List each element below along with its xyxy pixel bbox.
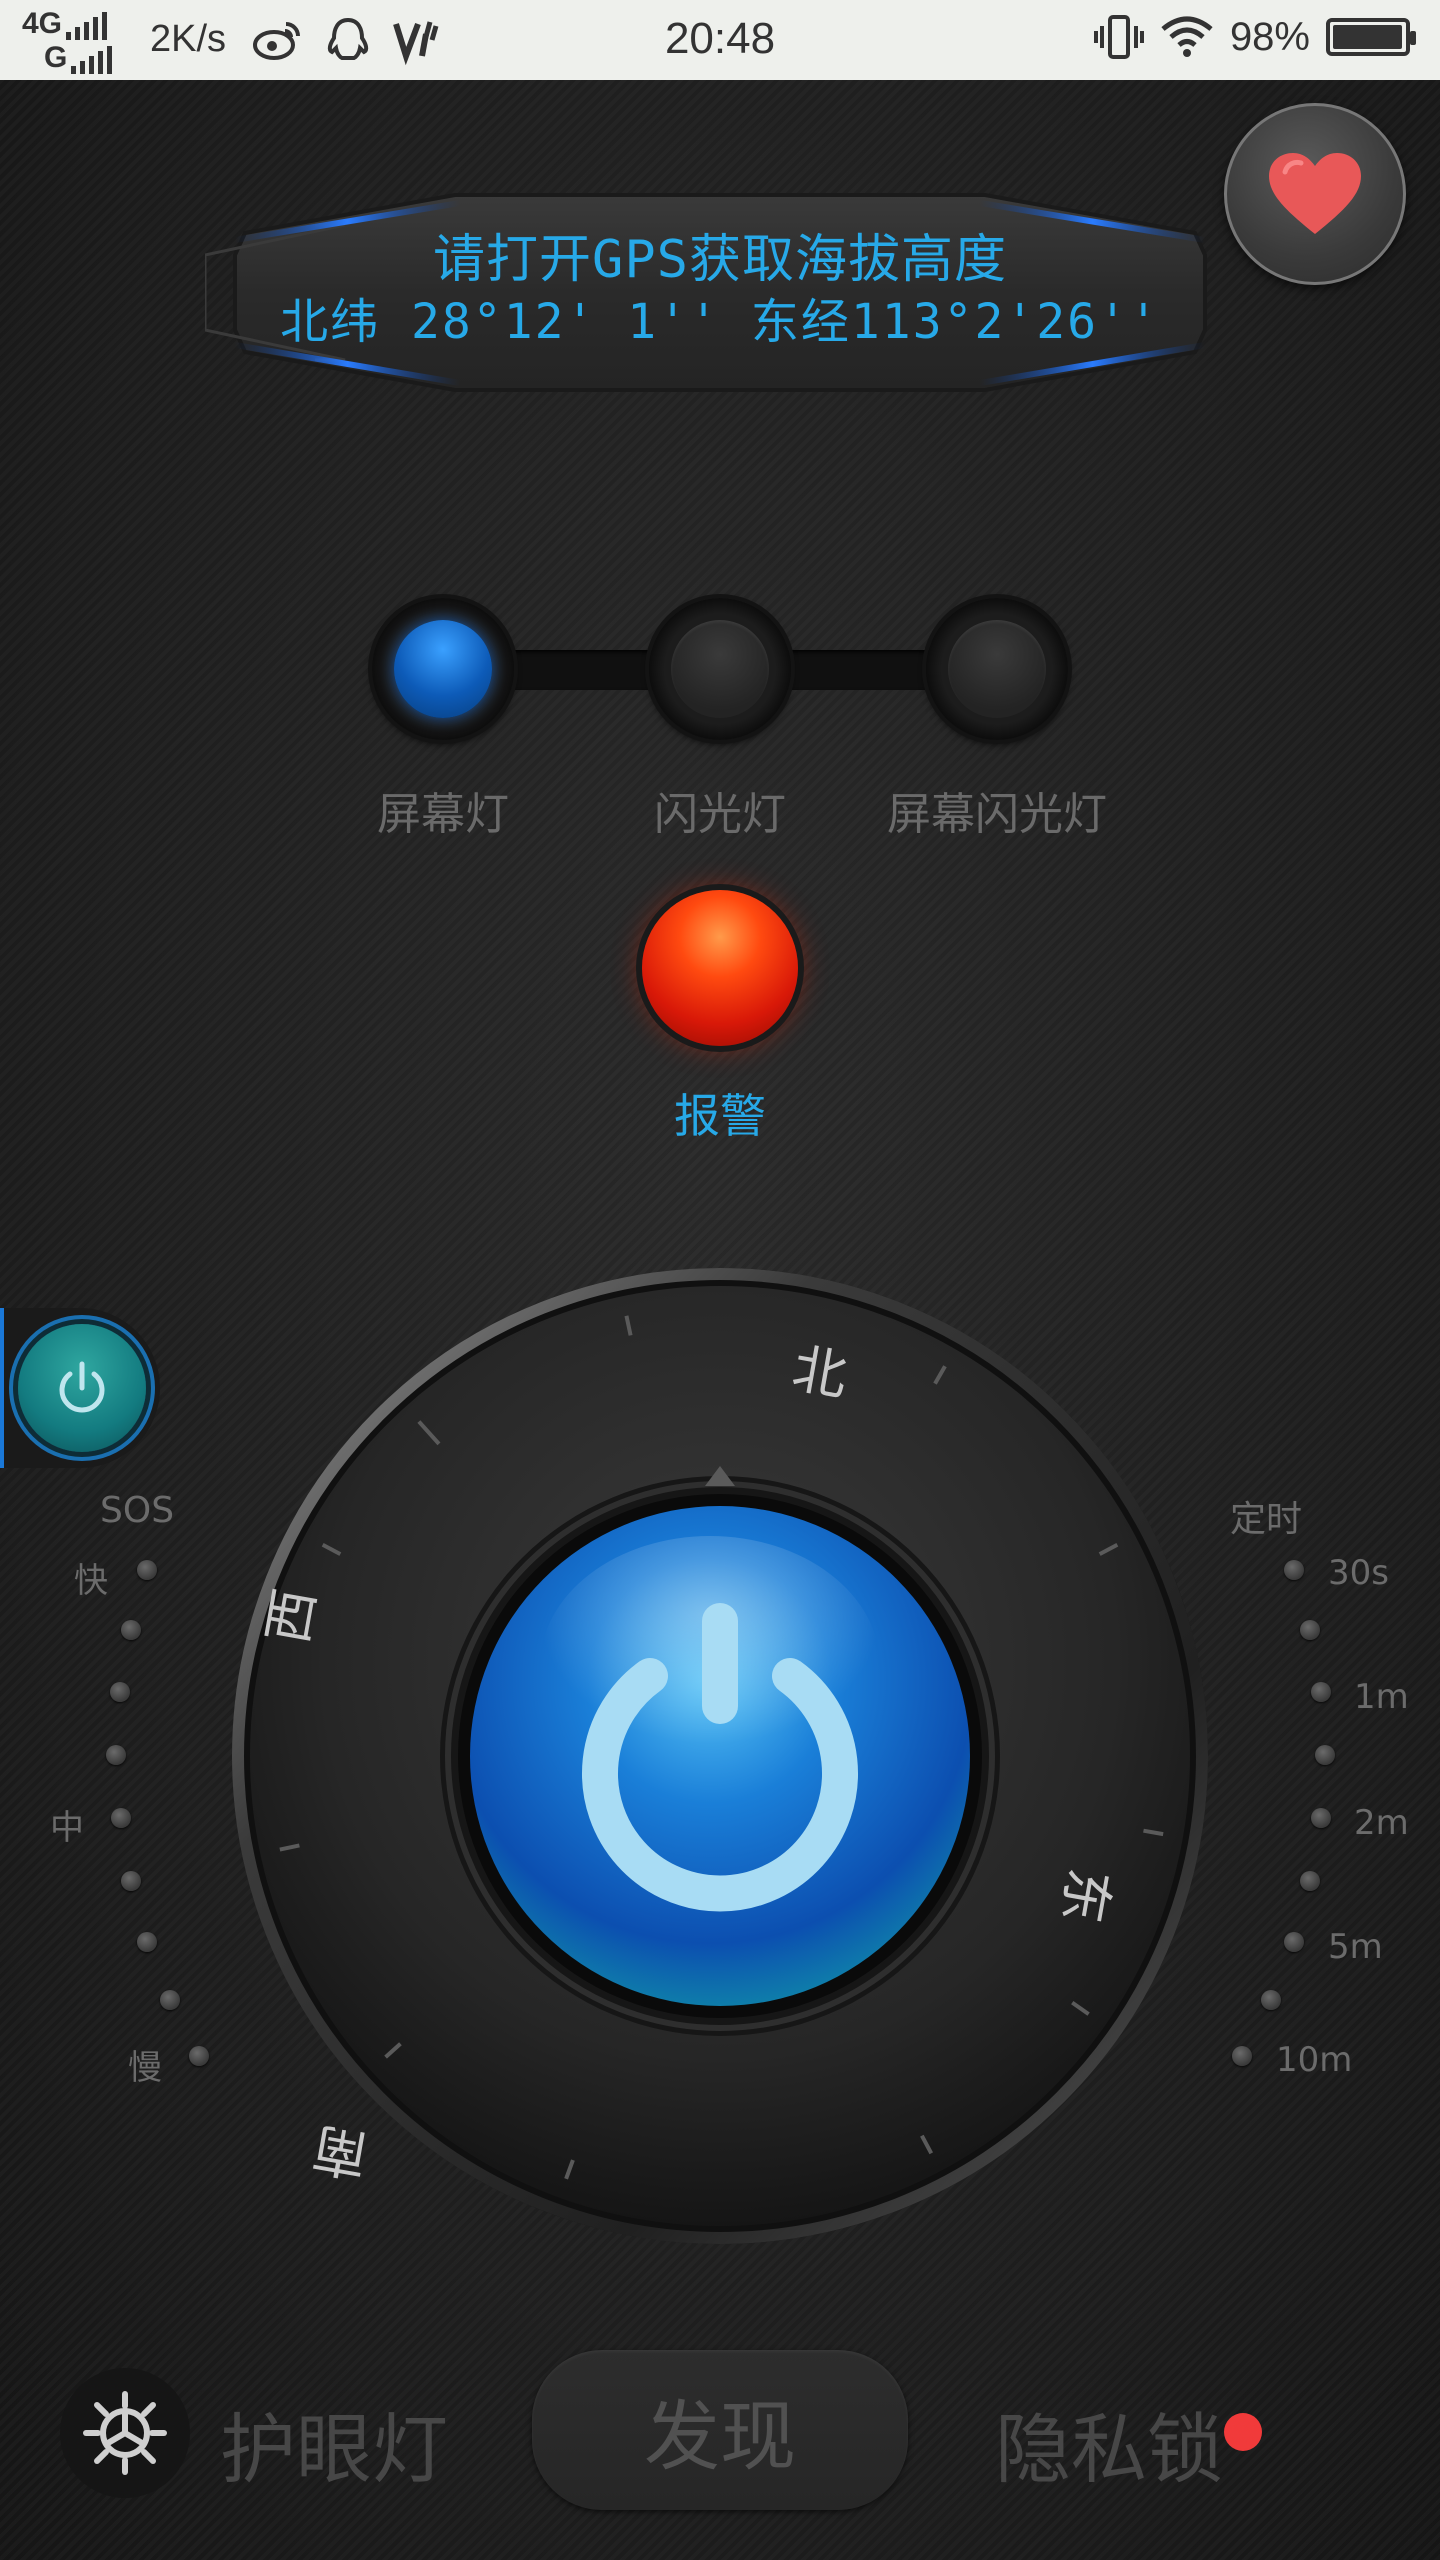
timer-dot[interactable] bbox=[1311, 1808, 1331, 1828]
vibrate-icon bbox=[1093, 15, 1144, 59]
sos-label-slow: 慢 bbox=[128, 2048, 162, 2088]
notification-badge bbox=[1224, 2413, 1262, 2451]
battery-icon bbox=[1326, 18, 1416, 56]
alarm-label: 报警 bbox=[674, 1089, 766, 1143]
discover-button[interactable]: 发现 bbox=[532, 2350, 908, 2510]
sos-speed-dot[interactable] bbox=[189, 2046, 209, 2066]
sos-speed-dot[interactable] bbox=[121, 1871, 141, 1891]
gps-info-text: 请打开GPS获取海拔高度 北纬 28°12' 1'' 东经113°2'26'' bbox=[205, 228, 1235, 352]
timer-dot[interactable] bbox=[1284, 1560, 1304, 1580]
timer-label-10m: 10m bbox=[1276, 2040, 1353, 2080]
favorite-button[interactable] bbox=[1224, 103, 1406, 285]
compass-east: 东 bbox=[1050, 1864, 1121, 1928]
alarm-button[interactable] bbox=[642, 890, 798, 1046]
compass-west: 西 bbox=[256, 1584, 327, 1648]
timer-label-5m: 5m bbox=[1328, 1927, 1383, 1967]
sos-speed-dot[interactable] bbox=[106, 1745, 126, 1765]
timer-dot[interactable] bbox=[1261, 1990, 1281, 2010]
main-power-button[interactable] bbox=[466, 1510, 966, 2010]
timer-dot[interactable] bbox=[1300, 1620, 1320, 1640]
sos-speed-dot[interactable] bbox=[137, 1932, 157, 1952]
battery-percent: 98% bbox=[1229, 14, 1310, 59]
status-right: 98% bbox=[1093, 14, 1416, 60]
mode-label-screen-flash: 屏幕闪光灯 bbox=[887, 789, 1107, 840]
mode-flashlight[interactable] bbox=[649, 598, 791, 740]
timer-label-30s: 30s bbox=[1328, 1553, 1389, 1593]
mode-label-flashlight: 闪光灯 bbox=[654, 789, 786, 840]
timer-title: 定时 bbox=[1230, 1499, 1303, 1540]
timer-dot[interactable] bbox=[1300, 1871, 1320, 1891]
sos-speed-dot[interactable] bbox=[137, 1560, 157, 1580]
side-power-toggle[interactable] bbox=[0, 1308, 160, 1468]
eye-light-button[interactable]: 护眼灯 bbox=[220, 2388, 448, 2498]
timer-label-2m: 2m bbox=[1354, 1803, 1409, 1843]
sos-title: SOS bbox=[100, 1490, 175, 1531]
sos-speed-dot[interactable] bbox=[110, 1682, 130, 1702]
mode-screen-flash[interactable] bbox=[926, 598, 1068, 740]
mode-label-screen-light: 屏幕灯 bbox=[377, 789, 509, 840]
settings-button[interactable] bbox=[60, 2368, 190, 2498]
wifi-icon bbox=[1161, 16, 1213, 57]
mode-screen-light[interactable] bbox=[372, 598, 514, 740]
gps-coordinates: 北纬 28°12' 1'' 东经113°2'26'' bbox=[280, 294, 1160, 350]
timer-label-1m: 1m bbox=[1354, 1677, 1409, 1717]
sos-speed-dot[interactable] bbox=[111, 1808, 131, 1828]
sos-label-fast: 快 bbox=[74, 1561, 108, 1601]
heart-icon bbox=[1269, 153, 1361, 234]
gps-title: 请打开GPS获取海拔高度 bbox=[433, 230, 1007, 290]
timer-dot[interactable] bbox=[1232, 2046, 1252, 2066]
power-icon bbox=[59, 1361, 105, 1413]
privacy-lock-button[interactable]: 隐私锁 bbox=[995, 2388, 1223, 2498]
sos-speed-dot[interactable] bbox=[121, 1620, 141, 1640]
timer-dot[interactable] bbox=[1311, 1682, 1331, 1702]
compass-south: 南 bbox=[308, 2116, 372, 2187]
timer-dot[interactable] bbox=[1284, 1932, 1304, 1952]
gear-icon bbox=[83, 2391, 167, 2475]
status-bar: 4G G 2K/s 20:48 98% bbox=[0, 0, 1440, 80]
compass-north: 北 bbox=[788, 1337, 852, 1408]
sos-speed-dot[interactable] bbox=[160, 1990, 180, 2010]
sos-label-medium: 中 bbox=[50, 1808, 84, 1848]
timer-dot[interactable] bbox=[1315, 1745, 1335, 1765]
